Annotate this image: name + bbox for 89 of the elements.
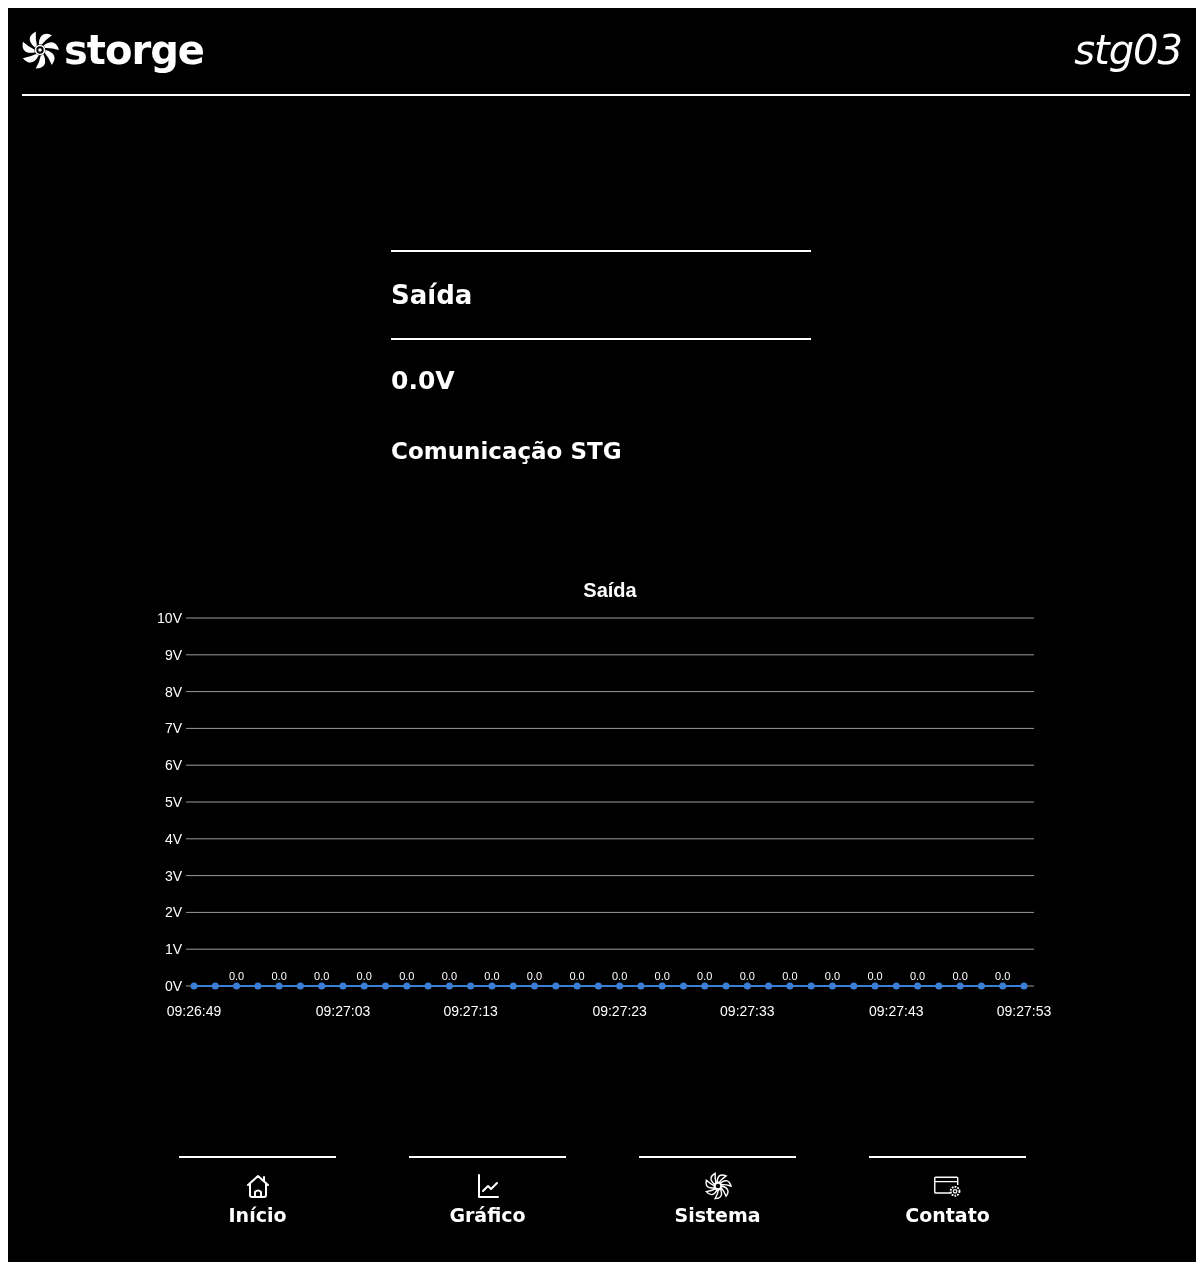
y-axis-label: 7V bbox=[164, 720, 182, 737]
x-axis-label: 09:27:23 bbox=[592, 1003, 647, 1019]
nav-link[interactable]: Início bbox=[179, 1158, 336, 1226]
data-point bbox=[680, 982, 687, 990]
data-point bbox=[999, 982, 1007, 990]
nav-link[interactable]: Gráfico bbox=[409, 1158, 566, 1226]
data-label: 0.0 bbox=[824, 970, 841, 982]
data-label: 0.0 bbox=[271, 970, 287, 982]
output-title: Saída bbox=[391, 279, 474, 312]
data-point bbox=[1020, 982, 1028, 990]
chart-title: Saída bbox=[583, 579, 637, 601]
x-axis-label: 09:26:49 bbox=[166, 1003, 222, 1019]
data-label: 0.0 bbox=[867, 970, 883, 982]
data-point bbox=[637, 982, 645, 990]
data-point bbox=[892, 982, 900, 990]
data-label: 0.0 bbox=[526, 970, 543, 982]
y-axis-label: 5V bbox=[164, 794, 182, 810]
data-point bbox=[552, 982, 560, 990]
x-axis-label: 09:27:33 bbox=[720, 1003, 775, 1019]
output-value: 0.0V bbox=[391, 365, 456, 396]
data-point bbox=[786, 982, 794, 990]
data-point bbox=[531, 982, 538, 990]
data-point bbox=[956, 982, 964, 990]
device-name: stg03 bbox=[1074, 27, 1182, 73]
data-point bbox=[573, 982, 581, 990]
data-label: 0.0 bbox=[739, 970, 755, 982]
x-axis-label: 09:27:03 bbox=[315, 1003, 371, 1019]
data-point bbox=[254, 982, 262, 990]
y-axis-label: 4V bbox=[164, 830, 182, 847]
y-axis-label: 6V bbox=[164, 757, 182, 774]
data-point bbox=[360, 982, 368, 990]
data-point bbox=[275, 982, 283, 990]
y-axis-label: 1V bbox=[164, 941, 182, 958]
data-point bbox=[616, 982, 624, 990]
y-axis-label: 0V bbox=[164, 978, 182, 994]
data-label: 0.0 bbox=[356, 970, 372, 982]
x-axis-label: 09:27:13 bbox=[443, 1003, 498, 1019]
data-point bbox=[935, 982, 943, 990]
data-label: 0.0 bbox=[952, 970, 968, 982]
data-point bbox=[445, 982, 453, 990]
brand-name: storge bbox=[64, 27, 204, 73]
data-point bbox=[977, 982, 985, 990]
communication-status: Comunicação STG bbox=[391, 437, 623, 466]
nav-link[interactable]: Sistema bbox=[639, 1158, 796, 1226]
data-point bbox=[424, 982, 432, 990]
data-point bbox=[871, 982, 879, 990]
data-point bbox=[296, 982, 304, 990]
data-label: 0.0 bbox=[441, 970, 458, 982]
data-label: 0.0 bbox=[782, 970, 798, 982]
x-axis-label: 09:27:43 bbox=[869, 1003, 924, 1019]
data-point bbox=[722, 982, 730, 990]
data-label: 0.0 bbox=[314, 970, 330, 982]
data-point bbox=[467, 982, 475, 990]
y-axis-label: 10V bbox=[157, 610, 182, 626]
data-point bbox=[403, 982, 411, 990]
fan-logo-icon bbox=[20, 30, 60, 70]
data-point bbox=[211, 982, 219, 990]
data-label: 0.0 bbox=[399, 970, 415, 982]
data-point bbox=[190, 982, 198, 990]
data-point bbox=[914, 982, 922, 990]
data-label: 0.0 bbox=[654, 970, 670, 982]
data-label: 0.0 bbox=[484, 970, 500, 982]
y-axis-label: 9V bbox=[164, 646, 182, 663]
data-label: 0.0 bbox=[228, 970, 245, 982]
data-point bbox=[594, 982, 602, 990]
data-point bbox=[509, 982, 517, 990]
y-axis-label: 8V bbox=[164, 683, 182, 700]
fan-icon bbox=[702, 1172, 733, 1200]
data-label: 0.0 bbox=[569, 970, 585, 982]
data-point bbox=[743, 982, 751, 990]
data-point bbox=[318, 982, 326, 990]
x-axis-label: 09:27:53 bbox=[996, 1003, 1052, 1019]
data-label: 0.0 bbox=[697, 970, 713, 982]
data-point bbox=[382, 982, 390, 990]
nav-link[interactable]: Contato bbox=[869, 1158, 1026, 1226]
data-point bbox=[828, 982, 836, 990]
data-label: 0.0 bbox=[995, 970, 1011, 982]
data-point bbox=[233, 982, 241, 990]
y-axis-label: 2V bbox=[164, 904, 182, 921]
data-point bbox=[765, 982, 773, 990]
data-point bbox=[807, 982, 815, 990]
data-point bbox=[850, 982, 858, 990]
data-label: 0.0 bbox=[909, 970, 926, 982]
data-point bbox=[339, 982, 347, 990]
data-point bbox=[488, 982, 496, 990]
data-point bbox=[658, 982, 666, 990]
data-label: 0.0 bbox=[612, 970, 628, 982]
y-axis-label: 3V bbox=[164, 867, 182, 884]
data-point bbox=[701, 982, 709, 990]
